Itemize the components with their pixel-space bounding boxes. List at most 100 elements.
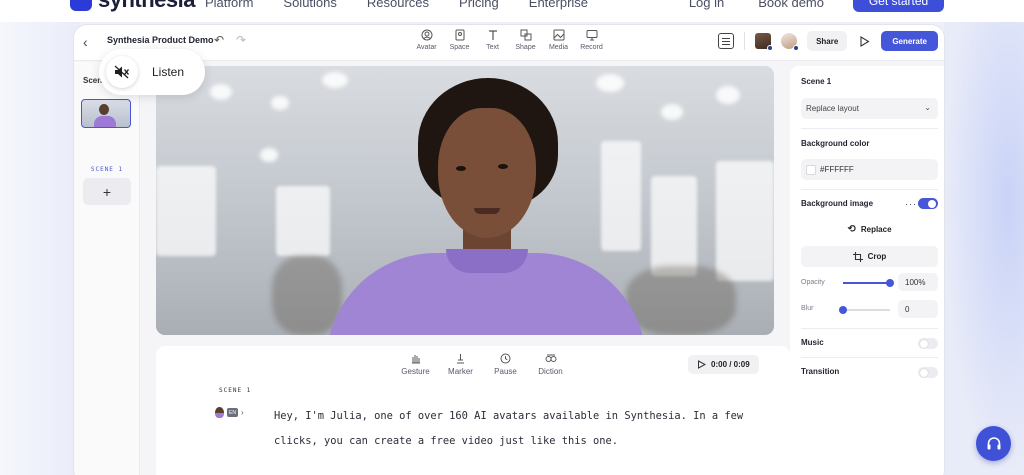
get-started-label: Get started xyxy=(868,0,929,8)
background-image-toggle[interactable] xyxy=(918,198,938,209)
toggle-knob xyxy=(928,199,936,208)
plus-icon: + xyxy=(102,183,112,200)
site-nav-right: Log in Book demo xyxy=(689,0,824,10)
background-image-label: Background image xyxy=(801,199,874,208)
avatar-eye-right xyxy=(498,164,508,169)
script-panel: Gesture Marker Pause Diction 0:00 / 0:09… xyxy=(156,346,790,475)
undo-icon[interactable]: ↶ xyxy=(214,33,224,47)
nav-link-pricing[interactable]: Pricing xyxy=(459,0,499,10)
marker-icon xyxy=(455,352,467,364)
login-link[interactable]: Log in xyxy=(689,0,724,10)
chevron-right-icon: › xyxy=(240,408,244,417)
headset-icon xyxy=(987,436,1000,449)
tool-media-label: Media xyxy=(548,44,569,51)
tool-avatar-label: Avatar xyxy=(416,44,437,51)
nav-link-resources[interactable]: Resources xyxy=(367,0,429,10)
get-started-button[interactable]: Get started xyxy=(853,0,944,12)
preview-timer-button[interactable]: 0:00 / 0:09 xyxy=(688,355,759,374)
diction-icon xyxy=(545,352,557,364)
layout-dropdown-value: Replace layout xyxy=(806,104,859,113)
divider xyxy=(801,328,938,329)
bokeh-light xyxy=(661,104,683,120)
voice-selector[interactable]: EN › xyxy=(215,407,244,418)
play-icon xyxy=(698,360,706,369)
tool-shape-label: Shape xyxy=(515,44,536,51)
gesture-icon xyxy=(410,352,422,364)
script-scene-label: SCENE 1 xyxy=(219,387,252,394)
background-color-value: #FFFFFF xyxy=(820,165,854,174)
opacity-slider-fill xyxy=(843,282,890,284)
music-toggle[interactable] xyxy=(918,338,938,349)
script-tool-diction-label: Diction xyxy=(538,367,563,376)
tool-space[interactable]: Space xyxy=(443,29,476,51)
script-tool-marker[interactable]: Marker xyxy=(438,352,483,376)
listen-button[interactable]: Listen xyxy=(99,49,205,95)
toolbar-actions: Share Generate xyxy=(718,31,938,51)
crop-label: Crop xyxy=(867,252,887,261)
scene-thumbnail[interactable] xyxy=(81,99,131,128)
tool-record-label: Record xyxy=(580,44,603,51)
blur-value[interactable]: 0 xyxy=(898,300,938,318)
support-chat-button[interactable] xyxy=(976,426,1011,461)
nav-link-solutions[interactable]: Solutions xyxy=(283,0,336,10)
presence-dot-2 xyxy=(793,45,800,51)
record-icon xyxy=(586,29,598,41)
tool-avatar[interactable]: Avatar xyxy=(410,29,443,51)
nav-link-enterprise[interactable]: Enterprise xyxy=(529,0,588,10)
divider xyxy=(801,357,938,358)
text-icon xyxy=(487,29,499,41)
collaborator-avatar-2[interactable] xyxy=(781,33,800,51)
speaker-muted-icon xyxy=(106,56,138,88)
generate-label: Generate xyxy=(892,36,927,46)
language-badge: EN xyxy=(227,408,238,417)
background-people xyxy=(272,256,342,335)
video-canvas[interactable] xyxy=(156,66,774,335)
tool-record[interactable]: Record xyxy=(575,29,608,51)
synthesia-logo[interactable]: synthesia xyxy=(70,0,196,13)
collaborator-avatar[interactable] xyxy=(755,33,774,51)
replace-button[interactable]: ⟲ Replace xyxy=(801,219,938,240)
script-text[interactable]: Hey, I'm Julia, one of over 160 AI avata… xyxy=(274,404,744,454)
book-demo-link[interactable]: Book demo xyxy=(758,0,824,10)
media-icon xyxy=(553,29,565,41)
back-arrow-icon[interactable]: ‹ xyxy=(83,34,88,50)
layout-dropdown[interactable]: Replace layout ⌄ xyxy=(801,98,938,119)
divider xyxy=(801,189,938,190)
transition-toggle[interactable] xyxy=(918,367,938,378)
script-tool-gesture[interactable]: Gesture xyxy=(393,352,438,376)
toggle-knob xyxy=(920,368,928,377)
script-tool-pause[interactable]: Pause xyxy=(483,352,528,376)
blur-slider[interactable] xyxy=(839,306,890,314)
background-window xyxy=(651,176,697,276)
avatar-mouth xyxy=(474,208,500,214)
script-tool-diction[interactable]: Diction xyxy=(528,352,573,376)
opacity-slider[interactable] xyxy=(843,279,894,287)
scenes-panel: Scenes SCENE 1 + xyxy=(74,62,140,475)
avatar-collar xyxy=(446,249,528,273)
background-left xyxy=(0,22,80,475)
add-scene-button[interactable]: + xyxy=(83,178,131,205)
redo-icon[interactable]: ↷ xyxy=(236,33,246,47)
tool-text[interactable]: Text xyxy=(476,29,509,51)
script-tools: Gesture Marker Pause Diction xyxy=(393,352,573,376)
pause-icon xyxy=(500,352,512,364)
background-color-field[interactable]: #FFFFFF xyxy=(801,159,938,180)
crop-button[interactable]: Crop xyxy=(801,246,938,267)
nav-link-platform[interactable]: Platform xyxy=(205,0,253,10)
avatar-eye-left xyxy=(456,166,466,171)
generate-button[interactable]: Generate xyxy=(881,31,938,51)
color-swatch[interactable] xyxy=(806,164,816,175)
refresh-icon: ⟲ xyxy=(847,224,856,235)
more-options-icon[interactable]: ··· xyxy=(905,199,917,209)
opacity-slider-thumb[interactable] xyxy=(886,279,894,287)
tool-shape[interactable]: Shape xyxy=(509,29,542,51)
logo-mark-icon xyxy=(70,0,92,11)
tool-media[interactable]: Media xyxy=(542,29,575,51)
share-button[interactable]: Share xyxy=(807,31,848,51)
preview-play-icon[interactable] xyxy=(857,34,871,48)
script-doc-icon[interactable] xyxy=(718,33,735,49)
opacity-value[interactable]: 100% xyxy=(898,273,938,291)
script-tool-marker-label: Marker xyxy=(448,367,473,376)
blur-slider-thumb[interactable] xyxy=(839,306,847,314)
project-title[interactable]: Synthesia Product Demo xyxy=(107,35,214,45)
